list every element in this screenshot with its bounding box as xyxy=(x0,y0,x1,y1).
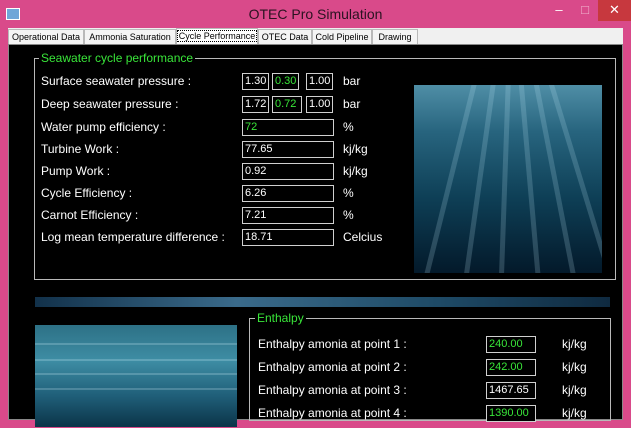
ocean-light-rays-image xyxy=(414,85,602,273)
tab-otec-data[interactable]: OTEC Data xyxy=(258,29,312,44)
deep-pressure-label: Deep seawater pressure : xyxy=(41,97,179,111)
carnot-efficiency-label: Carnot Efficiency : xyxy=(41,208,139,222)
close-icon: ✕ xyxy=(609,2,620,17)
enthalpy-point-4-unit: kj/kg xyxy=(562,406,587,420)
surface-pressure-field[interactable]: 1.30 xyxy=(242,73,269,90)
window-title: OTEC Pro Simulation xyxy=(248,6,383,22)
seawater-cycle-title: Seawater cycle performance xyxy=(39,51,196,65)
carnot-efficiency-unit: % xyxy=(343,208,354,222)
pump-efficiency-field[interactable]: 72 xyxy=(242,119,334,136)
ocean-divider-strip xyxy=(35,297,610,307)
surface-pressure-unit: bar xyxy=(343,74,361,88)
enthalpy-point-1-field[interactable]: 240.00 xyxy=(486,336,536,353)
surface-pressure-label: Surface seawater pressure : xyxy=(41,74,192,88)
turbine-work-unit: kj/kg xyxy=(343,142,368,156)
turbine-work-label: Turbine Work : xyxy=(41,142,120,156)
pump-work-field[interactable]: 0.92 xyxy=(242,163,334,180)
turbine-work-field[interactable]: 77.65 xyxy=(242,141,334,158)
deep-pressure-field-2[interactable]: 0.72 xyxy=(272,96,302,113)
enthalpy-point-3-unit: kj/kg xyxy=(562,383,587,397)
minimize-button[interactable]: – xyxy=(546,0,572,21)
lmtd-label: Log mean temperature difference : xyxy=(41,230,225,244)
deep-pressure-unit: bar xyxy=(343,97,361,111)
cycle-efficiency-label: Cycle Efficiency : xyxy=(41,186,133,200)
lmtd-unit: Celcius xyxy=(343,230,383,244)
enthalpy-point-2-unit: kj/kg xyxy=(562,360,587,374)
client-area: Operational Data Ammonia Saturation Cycl… xyxy=(8,28,623,427)
tab-operational-data[interactable]: Operational Data xyxy=(8,29,84,44)
pump-efficiency-label: Water pump efficiency : xyxy=(41,120,166,134)
minimize-icon: – xyxy=(555,2,563,17)
tab-cycle-performance[interactable]: Cycle Performance xyxy=(176,28,258,44)
enthalpy-point-4-label: Enthalpy amonia at point 4 : xyxy=(258,406,407,420)
enthalpy-point-1-label: Enthalpy amonia at point 1 : xyxy=(258,337,407,351)
deep-pressure-field-3[interactable]: 1.00 xyxy=(306,96,333,113)
tab-ammonia-saturation[interactable]: Ammonia Saturation xyxy=(84,29,176,44)
enthalpy-point-3-field[interactable]: 1467.65 xyxy=(486,382,536,399)
enthalpy-title: Enthalpy xyxy=(255,311,306,325)
deep-pressure-field[interactable]: 1.72 xyxy=(242,96,269,113)
enthalpy-point-1-unit: kj/kg xyxy=(562,337,587,351)
surface-pressure-field-2[interactable]: 0.30 xyxy=(272,73,299,90)
tab-strip: Operational Data Ammonia Saturation Cycl… xyxy=(8,28,623,44)
enthalpy-point-2-field[interactable]: 242.00 xyxy=(486,359,536,376)
surface-pressure-field-3[interactable]: 1.00 xyxy=(306,73,333,90)
tab-cold-pipeline[interactable]: Cold Pipeline xyxy=(312,29,372,44)
maximize-icon: □ xyxy=(581,2,589,17)
ocean-surface-image xyxy=(35,325,237,427)
maximize-button[interactable]: □ xyxy=(572,0,598,21)
tab-drawing[interactable]: Drawing xyxy=(372,29,418,44)
lmtd-field[interactable]: 18.71 xyxy=(242,229,334,246)
close-button[interactable]: ✕ xyxy=(598,0,631,21)
title-bar: OTEC Pro Simulation – □ ✕ xyxy=(0,0,631,28)
pump-efficiency-unit: % xyxy=(343,120,354,134)
pump-work-unit: kj/kg xyxy=(343,164,368,178)
enthalpy-point-2-label: Enthalpy amonia at point 2 : xyxy=(258,360,407,374)
cycle-performance-panel: Seawater cycle performance Surface seawa… xyxy=(8,44,623,427)
enthalpy-point-3-label: Enthalpy amonia at point 3 : xyxy=(258,383,407,397)
cycle-efficiency-unit: % xyxy=(343,186,354,200)
pump-work-label: Pump Work : xyxy=(41,164,111,178)
enthalpy-point-4-field[interactable]: 1390.00 xyxy=(486,405,536,422)
carnot-efficiency-field[interactable]: 7.21 xyxy=(242,207,334,224)
cycle-efficiency-field[interactable]: 6.26 xyxy=(242,185,334,202)
